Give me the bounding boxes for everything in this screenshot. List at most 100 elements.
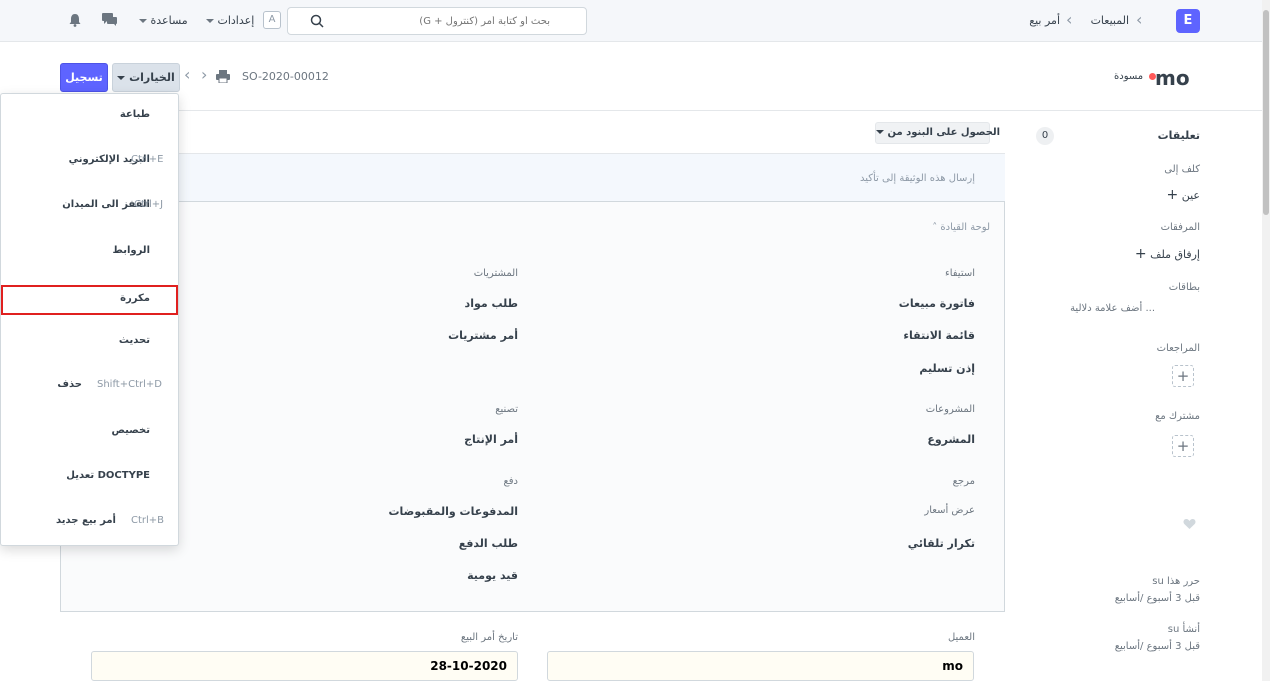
intro-text: إرسال هذه الوثيقة إلى تأكيد: [859, 173, 975, 184]
bell-icon[interactable]: [69, 13, 81, 27]
chevron-up-icon: ˄: [932, 222, 938, 233]
next-doc-icon[interactable]: ›: [201, 67, 207, 83]
plus-icon: +: [1176, 367, 1190, 385]
menu-item-shortcut: Ctrl+J: [134, 199, 164, 210]
customer-field[interactable]: mo: [547, 651, 974, 681]
shared-label: مشترك مع: [1155, 411, 1200, 422]
breadcrumb-selling[interactable]: المبيعات: [1087, 14, 1129, 27]
form-toolbar: [60, 111, 1005, 154]
dashboard-label: لوحة القيادة: [940, 222, 990, 233]
link-material-request[interactable]: طلب مواد: [398, 297, 518, 310]
settings-label: إعدادات: [217, 14, 255, 27]
menu-item-links[interactable]: الروابط: [1, 231, 178, 275]
reviews-label: المراجعات: [1156, 343, 1200, 354]
caret-down-icon: [876, 130, 884, 134]
link-delivery-note[interactable]: إذن تسليم: [860, 362, 975, 375]
assign-action: عين: [1181, 189, 1200, 202]
menu-item-reload[interactable]: تحديث: [1, 321, 178, 365]
save-button[interactable]: تسجيل: [60, 63, 108, 92]
link-journal-entry[interactable]: قيد يومية: [398, 569, 518, 582]
group-heading: مرجع: [952, 476, 975, 487]
menu-item-label: مكررة: [120, 293, 150, 304]
menu-item-jump-to-field[interactable]: القفز الى الميدان Ctrl+J: [1, 185, 178, 229]
menu-item-label: حذف: [57, 379, 82, 390]
date-field[interactable]: 28-10-2020: [91, 651, 518, 681]
search-bar[interactable]: [287, 7, 587, 35]
date-label: تاريخ أمر البيع: [460, 632, 518, 643]
caret-down-icon: [206, 19, 214, 23]
menu-item-label: أمر بيع جديد: [56, 515, 116, 526]
draft-indicator-dot: [1149, 73, 1156, 80]
prev-doc-icon[interactable]: ‹: [184, 67, 190, 83]
created-time: قبل 3 أسبوع /أسابيع: [1114, 641, 1200, 652]
caret-down-icon: [139, 19, 147, 23]
comments-label[interactable]: تعليقات: [1130, 129, 1200, 142]
breadcrumb-sales-order[interactable]: أمر بيع: [1018, 14, 1060, 27]
link-pick-list[interactable]: قائمة الانتقاء: [860, 329, 975, 342]
page-head: mo مسودة SO-2020-00012 › ‹ الخيارات تسجي…: [0, 42, 1262, 111]
menu-item-new-sales-order[interactable]: أمر بيع جديد Ctrl+B: [1, 501, 178, 545]
attachments-label: المرفقات: [1160, 222, 1200, 233]
chevron-left-icon: ‹: [1136, 10, 1143, 29]
edited-by: su حرر هذا: [1152, 576, 1200, 587]
actions-button[interactable]: الخيارات: [112, 63, 180, 92]
actions-label: الخيارات: [129, 71, 175, 84]
menu-item-shortcut: Ctrl+E: [131, 154, 164, 165]
scrollbar-thumb[interactable]: [1263, 10, 1269, 215]
caret-down-icon: [117, 76, 126, 80]
assign-button[interactable]: + عين: [1120, 187, 1201, 203]
print-icon[interactable]: [216, 70, 230, 83]
menu-item-shortcut: Ctrl+B: [131, 515, 165, 526]
menu-item-email[interactable]: البريد الإلكتروني Ctrl+E: [1, 140, 178, 184]
add-share-button[interactable]: +: [1172, 435, 1194, 457]
edited-time: قبل 3 أسبوع /أسابيع: [1114, 593, 1200, 604]
plus-icon: +: [1166, 187, 1179, 203]
group-heading: المشتريات: [473, 268, 518, 279]
heart-icon[interactable]: [1183, 518, 1196, 530]
customer-label: العميل: [947, 632, 975, 643]
link-project[interactable]: المشروع: [860, 433, 975, 446]
attach-action: إرفاق ملف: [1150, 248, 1200, 261]
get-items-button[interactable]: الحصول على البنود من: [875, 122, 1000, 144]
link-quotation[interactable]: عرض أسعار: [860, 505, 975, 516]
search-input[interactable]: [288, 8, 558, 34]
menu-item-print[interactable]: طباعة: [1, 95, 178, 139]
menu-item-delete[interactable]: حذف Shift+Ctrl+D: [1, 365, 178, 409]
link-work-order[interactable]: أمر الإنتاج: [398, 433, 518, 446]
settings-dropdown[interactable]: إعدادات: [206, 14, 254, 27]
link-payment-entry[interactable]: المدفوعات والمقبوضات: [378, 505, 519, 518]
menu-item-label: تخصيص: [111, 425, 150, 436]
form-intro: إرسال هذه الوثيقة إلى تأكيد: [60, 154, 1005, 202]
help-dropdown[interactable]: مساعدة: [139, 14, 188, 27]
link-auto-repeat[interactable]: تكرار تلقائي: [860, 537, 975, 550]
add-review-button[interactable]: +: [1172, 365, 1194, 387]
menu-item-duplicate[interactable]: مكررة: [1, 285, 178, 315]
actions-menu: طباعة البريد الإلكتروني Ctrl+E القفز الى…: [0, 93, 179, 546]
link-purchase-order[interactable]: أمر مشتريات: [398, 329, 518, 342]
comments-count: 0: [1036, 127, 1054, 145]
menu-item-label: الروابط: [112, 245, 150, 256]
created-by: su أنشأ: [1167, 624, 1200, 635]
assign-label: كلف إلى: [1164, 164, 1200, 175]
chevron-left-icon: ‹: [1066, 10, 1073, 29]
chat-icon[interactable]: [102, 13, 117, 27]
link-payment-request[interactable]: طلب الدفع: [398, 537, 518, 550]
add-tag-button[interactable]: أضف علامة دلالية ...: [1060, 303, 1155, 314]
tags-label: بطاقات: [1168, 282, 1200, 293]
menu-item-customize[interactable]: تخصيص: [1, 411, 178, 455]
status-badge: مسودة: [1114, 71, 1144, 82]
dashboard-section-toggle[interactable]: ˄ لوحة القيادة: [930, 222, 990, 233]
menu-item-label: تعديل DOCTYPE: [66, 470, 150, 481]
group-heading: استيفاء: [945, 268, 975, 279]
navbar: E ‹ المبيعات ‹ أمر بيع A إعدادات مساعدة: [0, 0, 1262, 42]
menu-item-shortcut: Shift+Ctrl+D: [97, 379, 162, 390]
group-heading: دفع: [503, 476, 518, 487]
link-sales-invoice[interactable]: فاتورة مبيعات: [860, 297, 975, 310]
settings-avatar[interactable]: A: [263, 11, 281, 29]
page-title: mo: [1155, 66, 1190, 90]
search-icon: [310, 14, 324, 28]
app-logo[interactable]: E: [1176, 9, 1200, 33]
get-items-label: الحصول على البنود من: [887, 127, 1001, 138]
menu-item-edit-doctype[interactable]: تعديل DOCTYPE: [1, 456, 178, 500]
attach-file-button[interactable]: + إرفاق ملف: [1110, 246, 1200, 262]
